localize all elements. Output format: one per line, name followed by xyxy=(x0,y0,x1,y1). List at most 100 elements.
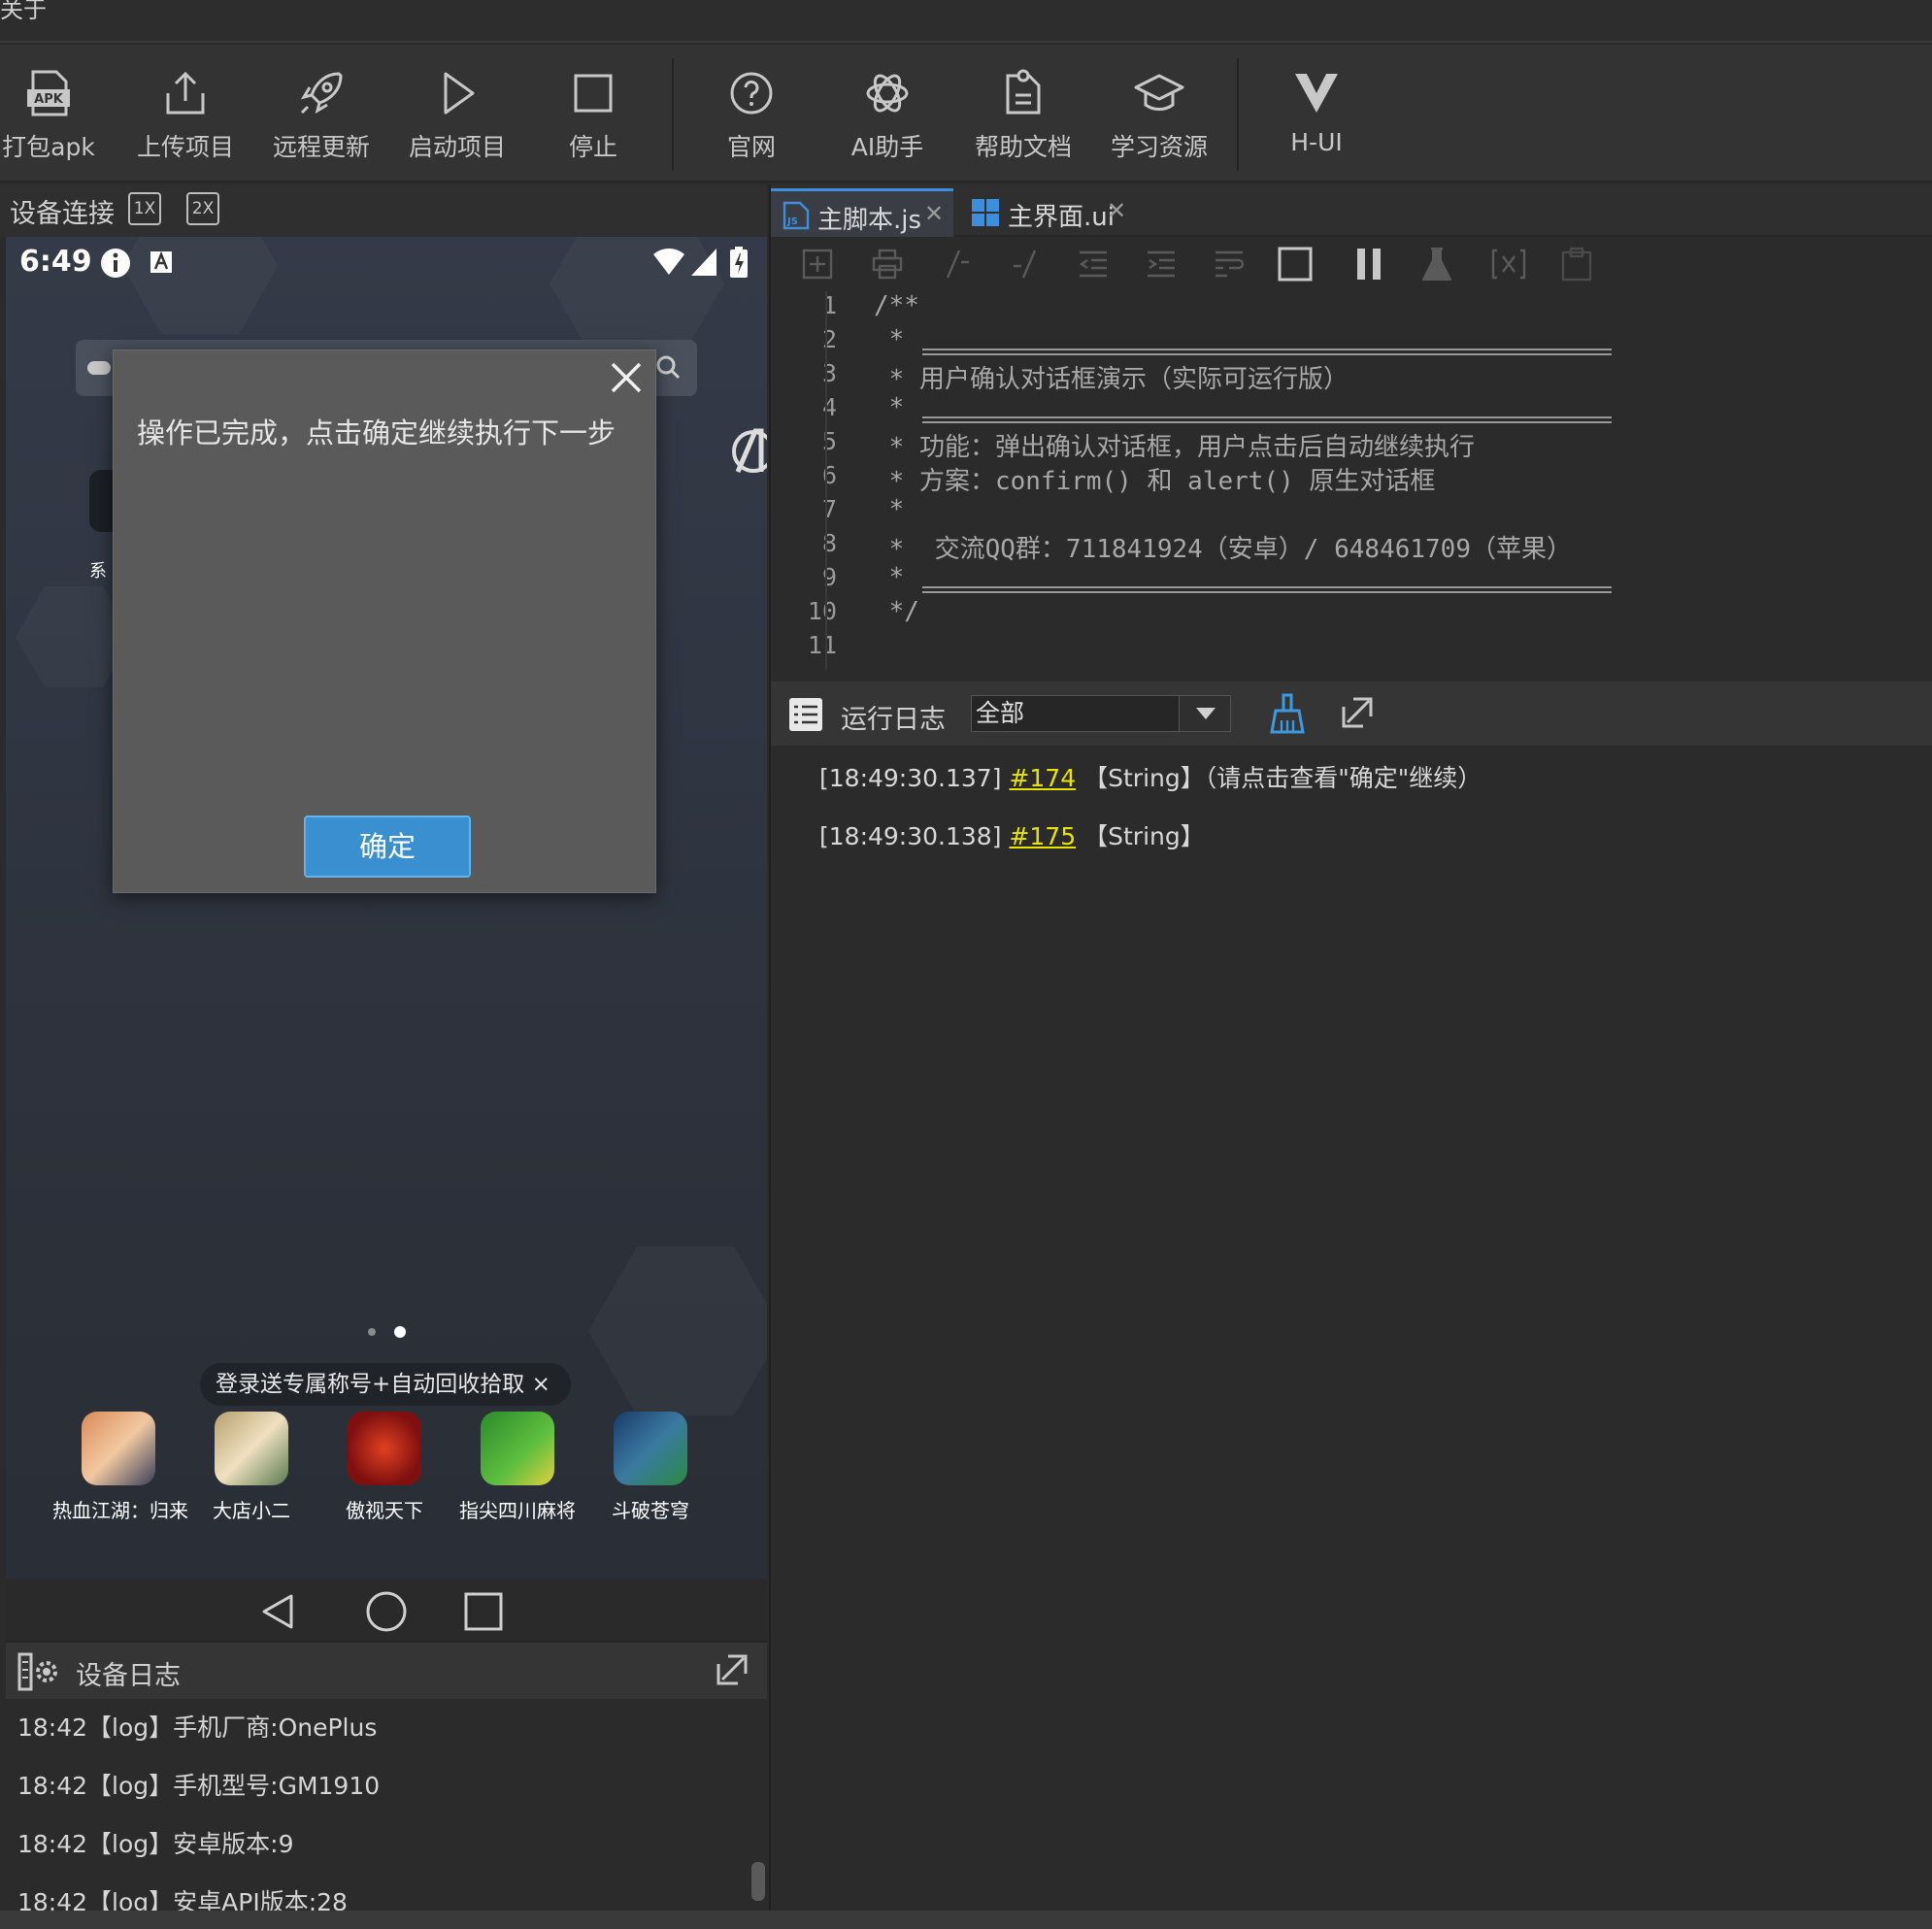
app-item[interactable]: 指尖四川麻将 xyxy=(451,1412,583,1523)
vue-icon xyxy=(1295,74,1338,113)
log-id-link[interactable]: #175 xyxy=(1009,822,1076,850)
app-icon xyxy=(614,1412,687,1485)
home-icon[interactable] xyxy=(365,1590,408,1633)
ai-assistant-button[interactable]: AI助手 xyxy=(819,45,955,183)
outdent-icon[interactable] xyxy=(1078,249,1109,280)
uncomment-icon[interactable] xyxy=(1010,249,1041,280)
battery-icon xyxy=(730,247,748,278)
code-line: * 用户确认对话框演示（实际可运行版） xyxy=(874,365,1349,394)
comment-rule xyxy=(922,349,1612,355)
remote-update-button[interactable]: 远程更新 xyxy=(253,45,389,183)
tab-close-icon[interactable]: ✕ xyxy=(1107,197,1126,224)
info-icon xyxy=(101,249,130,278)
phone-screen[interactable]: 6:49 系 操作已完成，点击确定继续执行下一步 确定 登录送专属称号+自动回收… xyxy=(6,237,767,1579)
code-line: * xyxy=(874,563,919,592)
log-filter-dropdown[interactable] xyxy=(1179,695,1231,732)
promo-banner[interactable]: 登录送专属称号+自动回收拾取 × xyxy=(200,1363,571,1406)
wallpaper-shape xyxy=(122,237,278,334)
clear-broom-icon[interactable] xyxy=(1268,693,1307,734)
device-header: 设备连接 1X 2X xyxy=(0,184,767,237)
toolbar-label: 启动项目 xyxy=(408,133,506,161)
gamepad-icon xyxy=(87,361,111,375)
keyboard-icon xyxy=(150,250,172,273)
toolbar-label: AI助手 xyxy=(850,133,924,161)
app-item[interactable]: 斗破苍穹 xyxy=(584,1412,716,1523)
log-time: [18:49:30.137] xyxy=(819,764,1002,792)
device-connect-title[interactable]: 设备连接 xyxy=(10,192,115,230)
ui-grid-icon xyxy=(972,199,999,226)
code-line: * 交流QQ群：711841924（安卓）/ 648461709（苹果） xyxy=(874,535,1572,564)
h-ui-button[interactable]: H-UI xyxy=(1249,45,1384,183)
recents-icon[interactable] xyxy=(464,1592,503,1631)
log-time: [18:49:30.138] xyxy=(819,822,1002,850)
line-number: 5 xyxy=(821,427,837,455)
tab-main-ui[interactable]: 主界面.ui ✕ xyxy=(961,188,1136,237)
zoom-1x-button[interactable]: 1X xyxy=(128,192,161,225)
confirm-dialog: 操作已完成，点击确定继续执行下一步 确定 xyxy=(113,349,656,893)
play-icon xyxy=(444,72,475,115)
stop-button[interactable]: 停止 xyxy=(525,45,661,183)
log-scrollbar[interactable] xyxy=(751,1862,765,1901)
build-apk-button[interactable]: APK 打包apk xyxy=(0,45,117,183)
log-id-link[interactable]: #174 xyxy=(1009,764,1076,792)
flask-icon[interactable] xyxy=(1419,247,1454,282)
app-name: 大店小二 xyxy=(213,1499,290,1522)
wallpaper-shape xyxy=(588,1247,767,1415)
document-icon xyxy=(1006,69,1041,115)
popout-icon[interactable] xyxy=(1340,695,1375,730)
indent-icon[interactable] xyxy=(1146,249,1177,280)
graduation-cap-icon xyxy=(1134,74,1184,111)
log-text: 【String】 xyxy=(1083,822,1205,850)
official-site-button[interactable]: 官网 xyxy=(683,45,819,183)
pause-icon[interactable] xyxy=(1351,247,1386,282)
code-line: * xyxy=(874,325,919,354)
device-log-list[interactable]: 18:42【log】手机厂商:OnePlus 18:42【log】手机型号:GM… xyxy=(6,1699,767,1929)
popout-icon[interactable] xyxy=(715,1652,749,1687)
code-line: * 方案：confirm() 和 alert() 原生对话框 xyxy=(874,467,1436,496)
chevron-down-icon xyxy=(1196,708,1216,719)
run-log-list[interactable]: [18:49:30.137] #174 【String】（请点击查看"确定"继续） … xyxy=(771,746,1932,1929)
menu-about[interactable]: 关于 xyxy=(0,0,47,24)
line-number: 3 xyxy=(821,359,837,387)
run-log-row: [18:49:30.137] #174 【String】（请点击查看"确定"继续） xyxy=(819,759,1482,794)
app-name: 指尖四川麻将 xyxy=(459,1499,576,1522)
ok-button[interactable]: 确定 xyxy=(304,815,471,878)
learning-resources-button[interactable]: 学习资源 xyxy=(1091,45,1227,183)
back-icon[interactable] xyxy=(260,1592,295,1631)
upload-project-button[interactable]: 上传项目 xyxy=(117,45,253,183)
comment-icon[interactable] xyxy=(942,249,973,280)
clipboard-icon[interactable] xyxy=(1561,247,1592,282)
bottom-status-strip xyxy=(0,1911,1932,1929)
log-list-icon xyxy=(789,698,822,731)
toolbar-label: 帮助文档 xyxy=(974,133,1072,161)
rocket-icon xyxy=(300,72,343,115)
close-icon[interactable] xyxy=(605,356,648,399)
app-item[interactable]: 大店小二 xyxy=(185,1412,317,1523)
app-item[interactable]: 傲视天下 xyxy=(318,1412,450,1523)
code-line: * xyxy=(874,495,919,524)
zoom-2x-button[interactable]: 2X xyxy=(186,192,219,225)
tab-main-script[interactable]: JS 主脚本.js ✕ xyxy=(771,188,953,237)
android-nav-bar xyxy=(6,1579,767,1641)
line-number: 10 xyxy=(807,597,837,625)
menu-bar: 关于 xyxy=(0,0,1932,43)
device-panel: 设备连接 1X 2X 6:49 系 操作已完成，点击确定继续执行下一步 确定 登… xyxy=(0,184,767,1929)
comment-rule xyxy=(922,586,1612,593)
square-icon[interactable] xyxy=(1278,247,1313,282)
variable-icon[interactable] xyxy=(1489,247,1528,282)
app-item[interactable]: 热血江湖：归来 xyxy=(52,1412,188,1523)
print-icon[interactable] xyxy=(872,249,903,280)
wrap-icon[interactable] xyxy=(1214,249,1245,280)
main-toolbar: APK 打包apk 上传项目 远程更新 启动项目 停止 官网 AI助手 帮助文档… xyxy=(0,45,1932,183)
tab-label: 主脚本.js xyxy=(817,206,922,235)
svg-text:JS: JS xyxy=(786,216,798,227)
help-docs-button[interactable]: 帮助文档 xyxy=(955,45,1091,183)
start-project-button[interactable]: 启动项目 xyxy=(389,45,525,183)
toolbar-label: 远程更新 xyxy=(272,133,370,161)
line-number: 11 xyxy=(807,631,837,659)
toolbar-label: 停止 xyxy=(568,133,617,161)
code-editor[interactable]: 1 /** 2 * 3 * 用户确认对话框演示（实际可运行版） 4 * 5 * 功能：… xyxy=(771,287,1932,676)
toolbar-label: 官网 xyxy=(726,133,776,161)
add-icon[interactable] xyxy=(802,249,833,280)
tab-close-icon[interactable]: ✕ xyxy=(924,200,944,227)
